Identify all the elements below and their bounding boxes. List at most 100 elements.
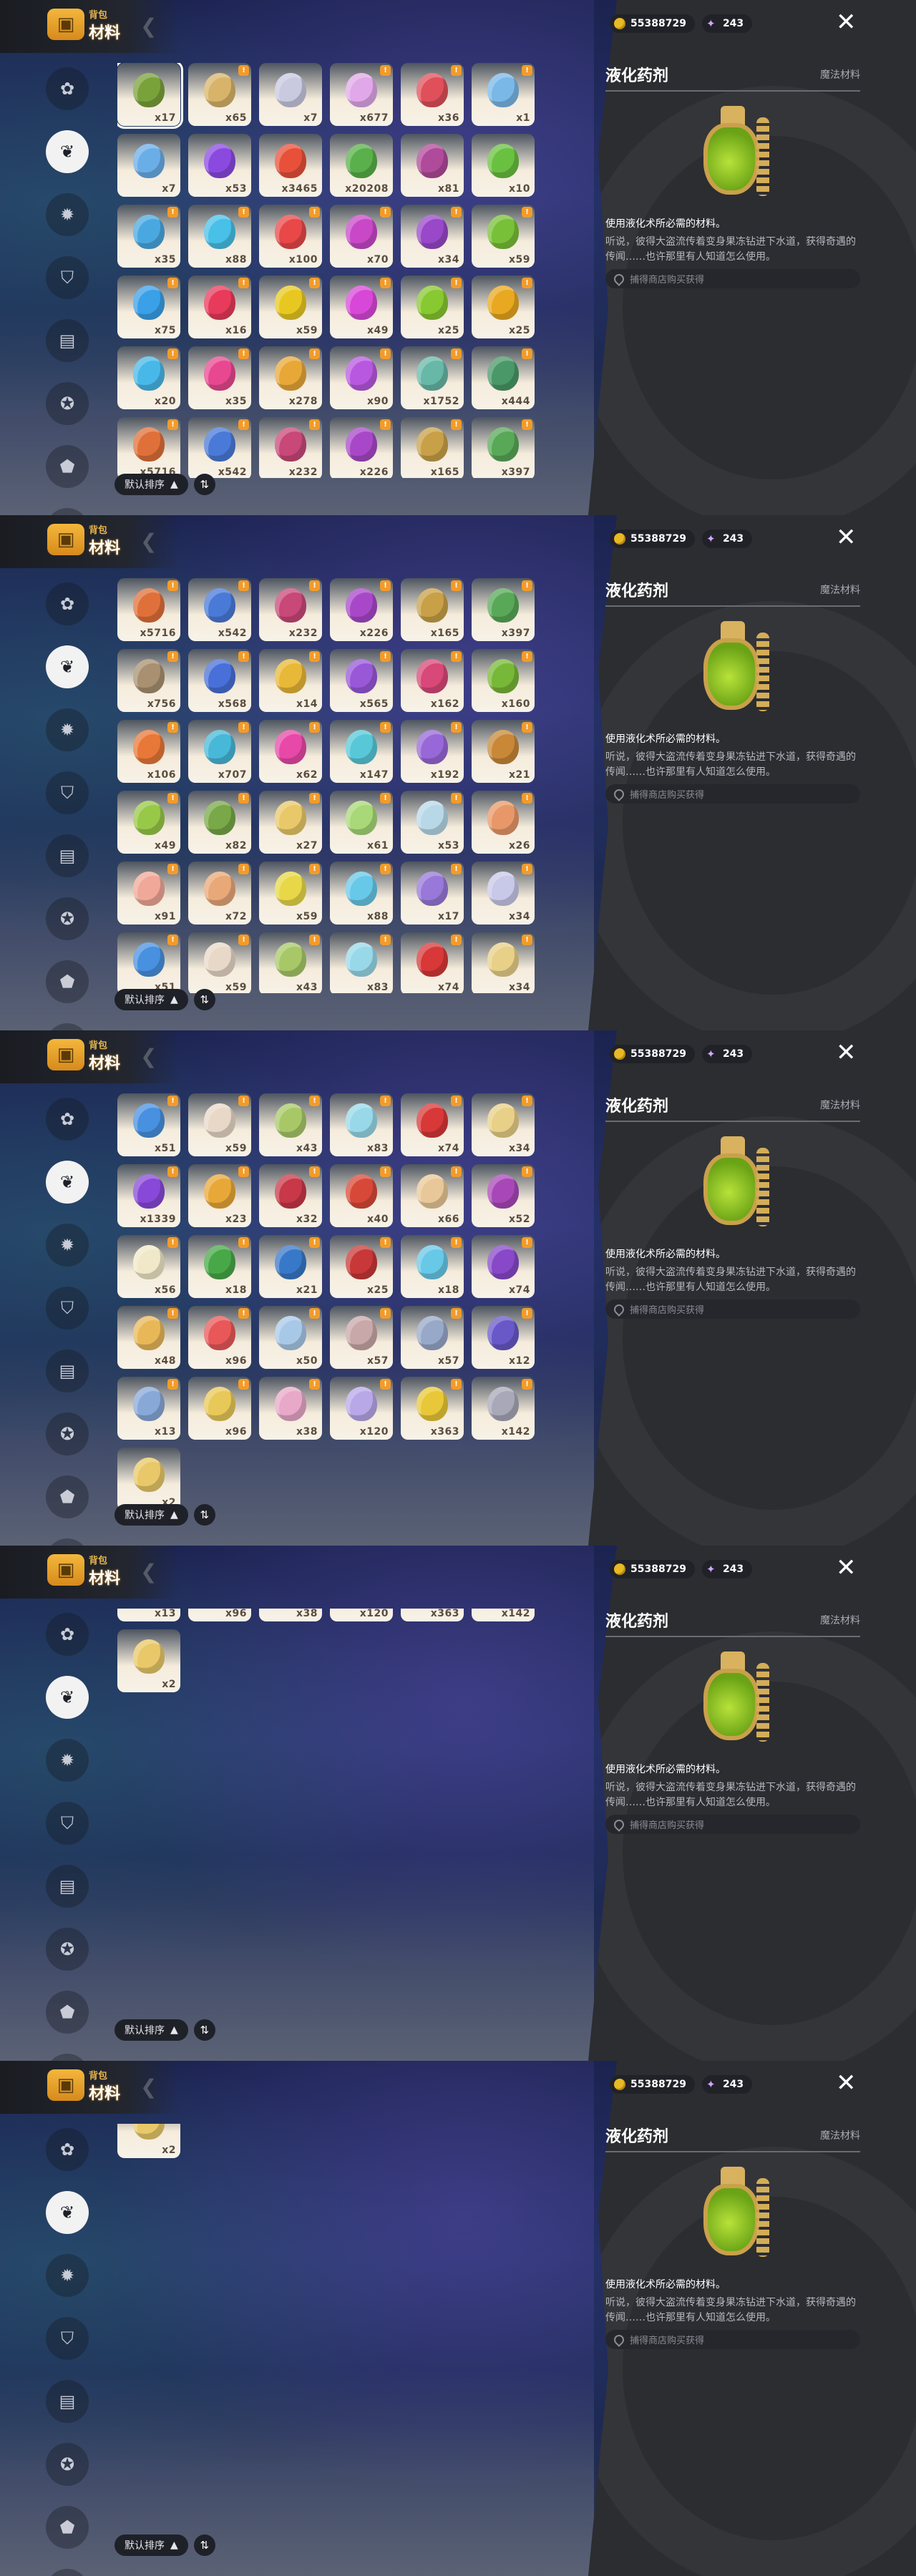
sort-direction-icon[interactable]: ⇅: [193, 2534, 215, 2556]
item-slot[interactable]: !x38: [259, 1377, 322, 1440]
item-grid[interactable]: ! x51! x59! x43! x83! x74! x34! x1339! x23! x32! x…: [117, 1093, 540, 1508]
flower-icon[interactable]: ✿: [46, 2128, 89, 2171]
shield-icon[interactable]: ⛉: [46, 771, 89, 814]
item-slot[interactable]: ! x226: [330, 578, 393, 641]
item-slot[interactable]: !x142: [472, 1609, 535, 1621]
item-slot[interactable]: ! x66: [401, 1164, 464, 1227]
item-slot[interactable]: ! x59: [188, 932, 251, 993]
item-slot[interactable]: x7: [259, 63, 322, 126]
item-slot[interactable]: ! x90: [330, 346, 393, 409]
item-slot[interactable]: ! x48: [117, 1306, 180, 1369]
item-slot[interactable]: ! x12: [472, 1306, 535, 1369]
item-slot[interactable]: ! x61: [330, 791, 393, 854]
scroll-icon[interactable]: ▤: [46, 1865, 89, 1908]
item-slot[interactable]: ! x57: [330, 1306, 393, 1369]
item-slot[interactable]: ! x1: [472, 63, 535, 126]
flower-icon[interactable]: ✿: [46, 67, 89, 110]
item-slot[interactable]: ! x165: [401, 578, 464, 641]
item-slot[interactable]: ! x40: [330, 1164, 393, 1227]
sort-button[interactable]: 默认排序 ▲: [114, 474, 188, 495]
acorn-icon[interactable]: ⬟: [46, 445, 89, 488]
scroll-icon[interactable]: ▤: [46, 1350, 89, 1392]
flower-icon[interactable]: ✿: [46, 1098, 89, 1141]
item-grid[interactable]: !x13 !x96 !x38 !x120 !x363 !x142 x2: [117, 1609, 540, 2024]
face-icon[interactable]: ☻: [46, 2569, 89, 2576]
item-slot[interactable]: ! x25: [401, 275, 464, 338]
item-slot[interactable]: ! x83: [330, 1093, 393, 1156]
gear-icon[interactable]: ✹: [46, 708, 89, 751]
close-icon[interactable]: ✕: [836, 1556, 857, 1580]
item-slot[interactable]: ! x20: [117, 346, 180, 409]
shield-icon[interactable]: ⛉: [46, 1287, 89, 1330]
item-slot[interactable]: ! x43: [259, 932, 322, 993]
item-slot[interactable]: !x363: [401, 1609, 464, 1621]
face-icon[interactable]: ☻: [46, 2054, 89, 2061]
item-slot[interactable]: !x38: [259, 1609, 322, 1621]
item-slot[interactable]: ! x14: [259, 649, 322, 712]
item-slot[interactable]: ! x568: [188, 649, 251, 712]
item-slot[interactable]: ! x397: [472, 578, 535, 641]
item-slot[interactable]: ! x25: [330, 1235, 393, 1298]
item-slot[interactable]: !x96: [188, 1377, 251, 1440]
sort-button[interactable]: 默认排序 ▲: [114, 989, 188, 1010]
item-slot[interactable]: ! x49: [117, 791, 180, 854]
item-slot[interactable]: ! x83: [330, 932, 393, 993]
item-slot[interactable]: ! x397: [472, 417, 535, 478]
item-slot[interactable]: ! x106: [117, 720, 180, 783]
close-icon[interactable]: ✕: [836, 10, 857, 34]
item-slot[interactable]: ! x18: [188, 1235, 251, 1298]
item-slot[interactable]: ! x51: [117, 1093, 180, 1156]
item-slot[interactable]: !x120: [330, 1609, 393, 1621]
star-icon[interactable]: ✪: [46, 382, 89, 425]
item-slot[interactable]: ! x5716: [117, 417, 180, 478]
flower-icon[interactable]: ✿: [46, 582, 89, 625]
gear-icon[interactable]: ✹: [46, 193, 89, 236]
item-slot[interactable]: ! x53: [401, 791, 464, 854]
item-slot[interactable]: ! x52: [472, 1164, 535, 1227]
item-slot[interactable]: ! x51: [117, 932, 180, 993]
item-slot[interactable]: ! x707: [188, 720, 251, 783]
item-slot[interactable]: x2: [117, 1448, 180, 1508]
item-slot[interactable]: ! x165: [401, 417, 464, 478]
item-slot[interactable]: ! x82: [188, 791, 251, 854]
item-slot[interactable]: ! x26: [472, 791, 535, 854]
item-slot[interactable]: x2: [117, 2124, 180, 2158]
shield-icon[interactable]: ⛉: [46, 256, 89, 299]
item-slot[interactable]: !x96: [188, 1306, 251, 1369]
item-slot[interactable]: ! x18: [401, 1235, 464, 1298]
item-grid[interactable]: x17! x65 x7! x677! x36! x1 x7 x53 x3465 x20208 x81…: [117, 63, 540, 478]
item-grid[interactable]: ! x5716! x542! x232! x226! x165! x397! x756! x56…: [117, 578, 540, 993]
acorn-icon[interactable]: ⬟: [46, 2506, 89, 2549]
sort-direction-icon[interactable]: ⇅: [193, 1504, 215, 1526]
item-slot[interactable]: ! x43: [259, 1093, 322, 1156]
sort-direction-icon[interactable]: ⇅: [193, 474, 215, 495]
sort-direction-icon[interactable]: ⇅: [193, 989, 215, 1010]
item-slot[interactable]: ! x162: [401, 649, 464, 712]
gear-icon[interactable]: ✹: [46, 1224, 89, 1267]
item-slot[interactable]: x81: [401, 134, 464, 197]
scroll-icon[interactable]: ▤: [46, 834, 89, 877]
item-slot[interactable]: ! x88: [188, 205, 251, 268]
star-icon[interactable]: ✪: [46, 1413, 89, 1455]
item-slot[interactable]: ! x35: [188, 346, 251, 409]
item-slot[interactable]: x17: [117, 63, 183, 129]
close-icon[interactable]: ✕: [836, 1040, 857, 1065]
star-icon[interactable]: ✪: [46, 897, 89, 940]
star-icon[interactable]: ✪: [46, 2443, 89, 2486]
item-slot[interactable]: ! x34: [472, 1093, 535, 1156]
item-slot[interactable]: ! x756: [117, 649, 180, 712]
back-icon[interactable]: ❮: [140, 2075, 157, 2099]
item-slot[interactable]: ! x57: [401, 1306, 464, 1369]
leaf-icon[interactable]: ❦: [46, 130, 89, 173]
item-slot[interactable]: ! x59: [472, 205, 535, 268]
item-slot[interactable]: !x96: [188, 1609, 251, 1621]
item-slot[interactable]: ! x74: [472, 1235, 535, 1298]
sort-button[interactable]: 默认排序 ▲: [114, 2019, 188, 2041]
sort-direction-icon[interactable]: ⇅: [193, 2019, 215, 2041]
item-slot[interactable]: ! x565: [330, 649, 393, 712]
leaf-icon[interactable]: ❦: [46, 645, 89, 688]
item-slot[interactable]: ! x232: [259, 417, 322, 478]
close-icon[interactable]: ✕: [836, 2071, 857, 2095]
item-slot[interactable]: ! x232: [259, 578, 322, 641]
face-icon[interactable]: ☻: [46, 1023, 89, 1030]
